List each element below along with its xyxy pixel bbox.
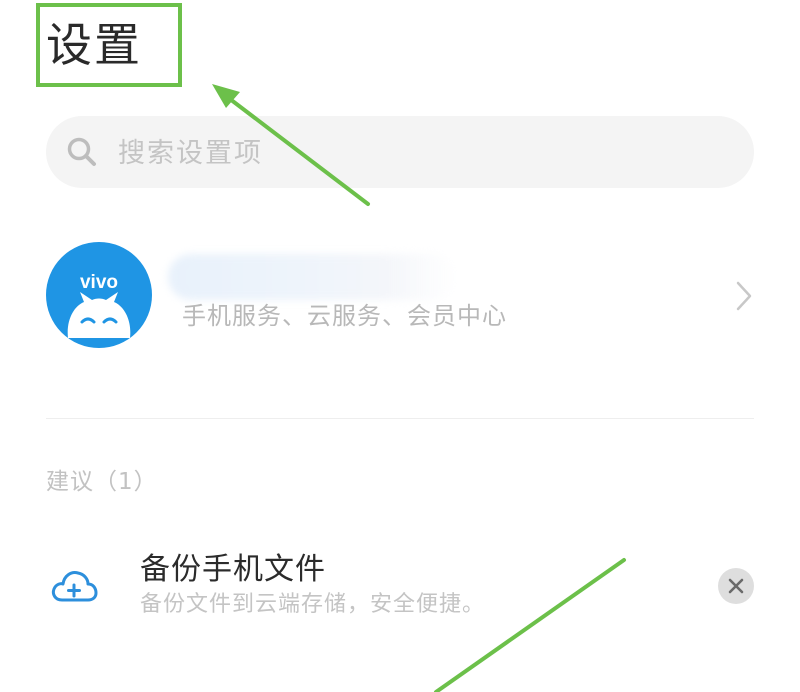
suggestion-title: 备份手机文件 <box>140 552 326 587</box>
settings-page: 设置 vivo 手机服务、云服务、会员中心 建议（1） <box>0 0 800 692</box>
svg-text:vivo: vivo <box>80 272 118 293</box>
suggestions-header: 建议（1） <box>46 469 158 495</box>
cloud-add-icon <box>51 571 98 602</box>
search-bar[interactable] <box>46 116 754 188</box>
vivo-logo-icon: vivo <box>46 242 152 348</box>
title-annotation-box <box>36 3 182 87</box>
account-subtitle: 手机服务、云服务、会员中心 <box>182 302 507 330</box>
dismiss-suggestion-button[interactable] <box>718 568 754 604</box>
section-divider <box>46 418 754 419</box>
chevron-right-icon <box>736 281 752 311</box>
suggestion-item-backup[interactable]: 备份手机文件 备份文件到云端存储，安全便捷。 <box>0 540 800 640</box>
search-icon <box>67 137 96 166</box>
search-input[interactable] <box>116 132 720 174</box>
suggestion-description: 备份文件到云端存储，安全便捷。 <box>140 592 486 617</box>
account-name-blurred <box>168 254 456 300</box>
close-icon <box>728 578 744 594</box>
account-row[interactable]: vivo 手机服务、云服务、会员中心 <box>0 230 800 370</box>
